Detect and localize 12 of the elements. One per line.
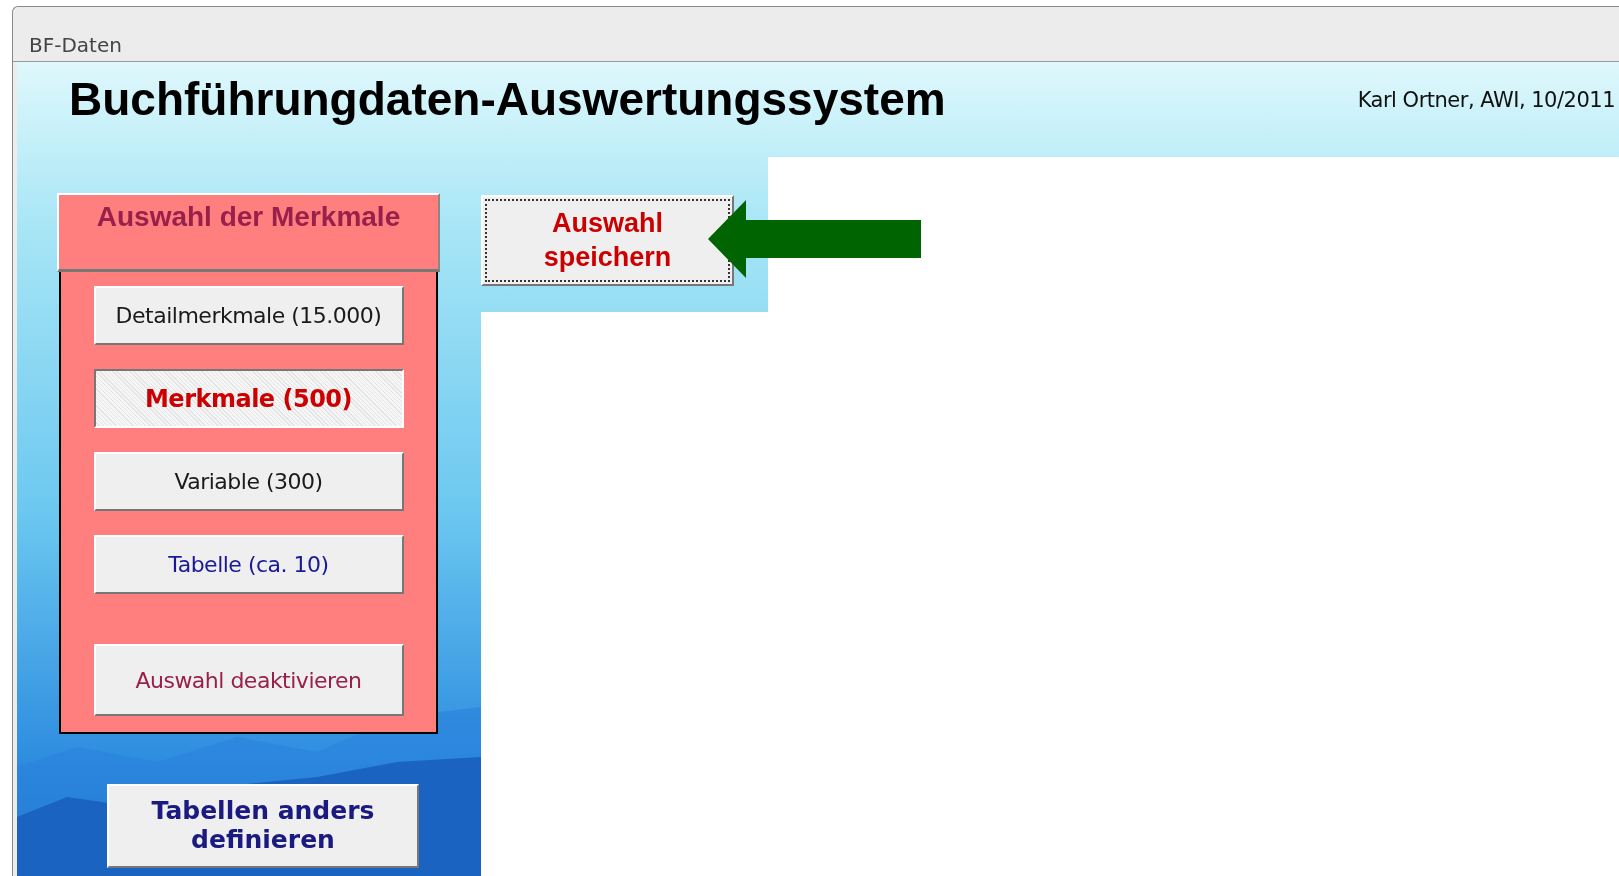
option-button[interactable]: Variable (300) [93, 452, 404, 511]
option-button[interactable]: Merkmale (500) [93, 369, 404, 428]
option-button[interactable]: Tabelle (ca. 10) [93, 535, 404, 594]
window-title: BF-Daten [29, 33, 122, 57]
deactivate-button[interactable]: Auswahl deaktivieren [93, 644, 404, 716]
option-button[interactable]: Detailmerkmale (15.000) [93, 286, 404, 345]
app-title: Buchführungdaten-Auswertungssystem [69, 72, 946, 126]
arrow-icon [708, 200, 921, 278]
author-credit: Karl Ortner, AWI, 10/2011 [1357, 88, 1615, 112]
save-button[interactable]: Auswahl speichern [481, 195, 734, 286]
panel-title: Auswahl der Merkmale [96, 201, 401, 232]
define-tables-button[interactable]: Tabellen anders definieren [107, 784, 419, 868]
